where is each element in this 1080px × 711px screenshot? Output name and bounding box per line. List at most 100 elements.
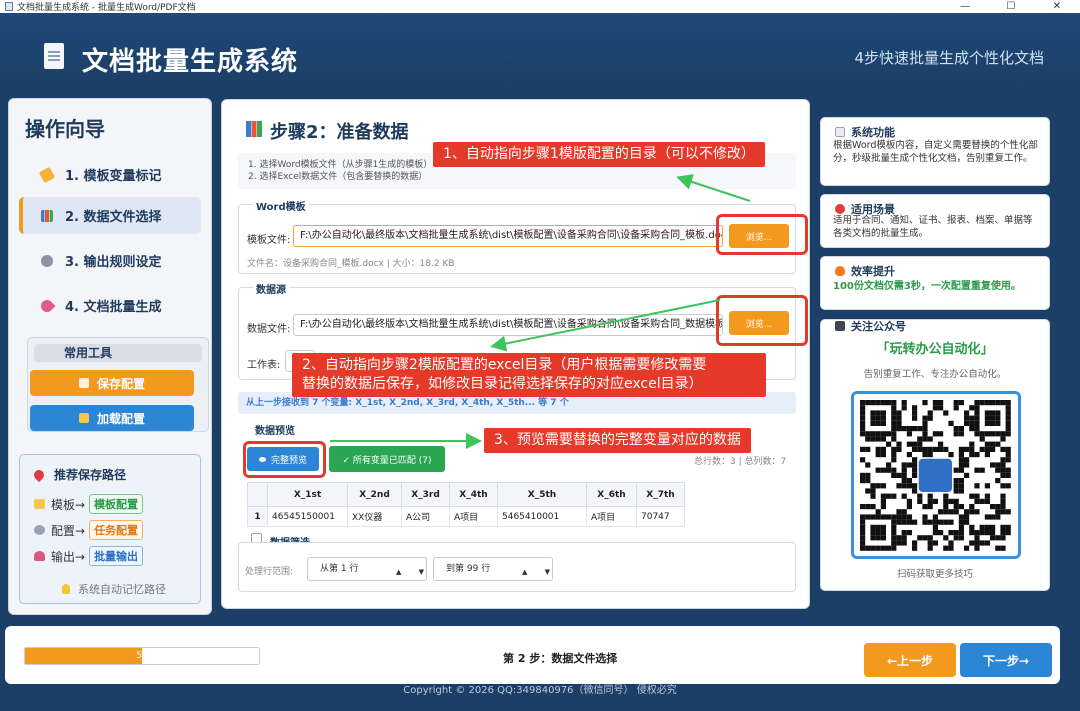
nav-step-2[interactable]: 2. 数据文件选择: [19, 197, 201, 234]
data-filter-group: 处理行范围: 从第 1 行 ▲ ▼ 到第 99 行 ▲ ▼: [238, 542, 796, 592]
callout-2-line: 2、自动指向步骤2模版配置的excel目录（用户根据需要修改需要: [302, 357, 707, 373]
highlight-box-data-browse: [716, 295, 808, 346]
sidebar-title: 操作向导: [25, 117, 105, 141]
nav-step-label: 3. 输出规则设定: [65, 255, 162, 270]
table-header-row: X_1st X_2nd X_3rd X_4th X_5th X_6th X_7t…: [247, 482, 685, 507]
scene-card: 适用场景 适用于合同、通知、证书、报表、档案、单据等各类文档的批量生成。: [820, 194, 1050, 248]
table-header: X_4th: [449, 482, 498, 507]
highlight-box-template-browse: [716, 214, 808, 255]
current-step-label: 第 2 步：数据文件选择: [503, 652, 618, 665]
path-row-output: 输出→ 批量输出: [34, 546, 144, 566]
maximize-button[interactable]: ☐: [988, 0, 1034, 13]
annotation-callout-2: 2、自动指向步骤2模版配置的excel目录（用户根据需要修改需要 替换的数据后保…: [292, 353, 766, 397]
feature-text: 根据Word模板内容，自定义需要替换的个性化部分，秒级批量生成个性化文档，告别重…: [833, 140, 1038, 164]
auto-remember-text: 系统自动记忆路径: [78, 583, 166, 596]
wechat-title: 关注公众号: [851, 320, 906, 333]
save-config-label: 保存配置: [96, 376, 145, 391]
word-template-group: Word模板 模板文件: F:\办公自动化\最终版本\文档批量生成系统\dist…: [238, 198, 796, 274]
app-icon: [5, 2, 13, 11]
template-path-input[interactable]: F:\办公自动化\最终版本\文档批量生成系统\dist\模板配置\设备采购合同\…: [293, 225, 723, 247]
spin-up-icon[interactable]: ▲: [522, 561, 527, 577]
nav-step-4[interactable]: 4. 文档批量生成: [19, 287, 201, 324]
table-header: X_3rd: [401, 482, 450, 507]
target-icon: [835, 204, 845, 214]
template-config-tag[interactable]: 模板配置: [89, 494, 144, 514]
group-title: 数据源: [253, 281, 289, 296]
close-button[interactable]: ✕: [1034, 0, 1080, 13]
nav-step-3[interactable]: 3. 输出规则设定: [19, 242, 201, 279]
data-file-label: 数据文件:: [247, 324, 291, 335]
annotation-callout-1: 1、自动指向步骤1模版配置的目录（可以不修改）: [433, 142, 765, 167]
table-header: X_5th: [497, 482, 587, 507]
efficiency-card: 效率提升 100份文档仅需3秒，一次配置重复使用。: [820, 256, 1050, 310]
progress-bar: 50: [24, 647, 260, 665]
to-row-value: 到第 99 行: [446, 564, 491, 574]
folder-icon: [78, 413, 89, 423]
from-row-spinbox[interactable]: 从第 1 行 ▲ ▼: [307, 557, 427, 581]
document-icon: [835, 127, 845, 137]
app-subtitle: 4步快速批量生成个性化文档: [854, 49, 1044, 67]
to-row-spinbox[interactable]: 到第 99 行 ▲ ▼: [433, 557, 553, 581]
from-row-value: 从第 1 行: [320, 564, 359, 574]
chart-icon: [41, 209, 53, 222]
task-config-tag[interactable]: 任务配置: [89, 520, 144, 540]
nav-step-label: 1. 模板变量标记: [65, 169, 162, 184]
path-row-label: 输出→: [51, 549, 86, 564]
group-title: 数据预览: [252, 422, 298, 437]
qr-code-image: [851, 391, 1021, 559]
progress-percent: 50: [136, 651, 148, 661]
callout-2-line: 替换的数据后保存，如修改目录记得选择保存的对应excel目录）: [302, 376, 703, 392]
table-row[interactable]: 1 46545150001 XX仪器 A公司 A项目 5465410001 A项…: [247, 506, 685, 527]
table-cell: A项目: [586, 506, 637, 527]
nav-step-label: 4. 文档批量生成: [65, 300, 162, 315]
scene-text: 适用于合同、通知、证书、报表、档案、单据等各类文档的批量生成。: [833, 215, 1033, 239]
wizard-sidebar: 操作向导 1. 模板变量标记 2. 数据文件选择 3. 输出规则设定 4. 文档…: [8, 98, 212, 615]
path-row-label: 配置→: [51, 523, 86, 538]
save-config-button[interactable]: 保存配置: [30, 370, 194, 396]
phone-icon: [835, 321, 845, 331]
table-header: X_1st: [267, 482, 348, 507]
common-tools-panel: 常用工具 保存配置 加载配置: [27, 337, 209, 432]
feature-card: 系统功能 根据Word模板内容，自定义需要替换的个性化部分，秒级批量生成个性化文…: [820, 117, 1050, 186]
hint-line: 2. 选择Excel数据文件（包含要替换的数据）: [248, 172, 428, 182]
table-cell: 5465410001: [497, 506, 587, 527]
data-preview-table: X_1st X_2nd X_3rd X_4th X_5th X_6th X_7t…: [247, 482, 685, 527]
tools-title: 常用工具: [34, 344, 202, 362]
row-col-stats: 总行数：3 | 总列数：7: [694, 457, 787, 467]
path-row-label: 模板→: [51, 497, 86, 512]
table-cell: 1: [247, 506, 268, 527]
folder-icon: [34, 499, 45, 509]
spin-up-icon[interactable]: ▲: [396, 561, 401, 577]
all-matched-button[interactable]: ✓ 所有变量已匹配 (7): [329, 446, 445, 472]
highlight-box-full-preview: [243, 441, 326, 478]
spin-down-icon[interactable]: ▼: [419, 561, 424, 577]
gear-icon: [41, 254, 53, 267]
path-row-config: 配置→ 任务配置: [34, 520, 144, 540]
table-cell: 46545150001: [267, 506, 348, 527]
sheet-label: 工作表:: [247, 360, 281, 371]
app-title: 文档批量生成系统: [82, 47, 299, 77]
next-step-button[interactable]: 下一步→: [960, 643, 1052, 677]
spin-down-icon[interactable]: ▼: [545, 561, 550, 577]
table-cell: A公司: [401, 506, 450, 527]
load-config-button[interactable]: 加载配置: [30, 405, 194, 431]
paths-title-text: 推荐保存路径: [54, 468, 127, 482]
lightbulb-icon: [62, 584, 70, 594]
rocket-icon: [34, 551, 45, 561]
chart-icon: [246, 121, 262, 137]
data-path-input[interactable]: F:\办公自动化\最终版本\文档批量生成系统\dist\模板配置\设备采购合同\…: [293, 314, 723, 336]
window-titlebar: 文档批量生成系统 - 批量生成Word/PDF文档 — ☐ ✕: [0, 0, 1080, 13]
window-title: 文档批量生成系统 - 批量生成Word/PDF文档: [17, 3, 196, 13]
table-cell: A项目: [449, 506, 498, 527]
qr-caption: 扫码获取更多技巧: [896, 569, 973, 580]
template-file-label: 模板文件:: [247, 235, 291, 246]
recommended-paths-panel: 推荐保存路径 模板→ 模板配置 配置→ 任务配置 输出→ 批量输出 系统自动记忆…: [19, 454, 201, 604]
batch-output-tag[interactable]: 批量输出: [89, 546, 144, 566]
paths-title: 推荐保存路径: [31, 466, 127, 483]
nav-step-1[interactable]: 1. 模板变量标记: [19, 156, 201, 193]
minimize-button[interactable]: —: [942, 0, 988, 13]
annotation-callout-3: 3、预览需要替换的完整变量对应的数据: [484, 428, 751, 453]
previous-step-button[interactable]: ←上一步: [864, 643, 956, 677]
table-header: X_6th: [586, 482, 637, 507]
table-cell: XX仪器: [347, 506, 402, 527]
